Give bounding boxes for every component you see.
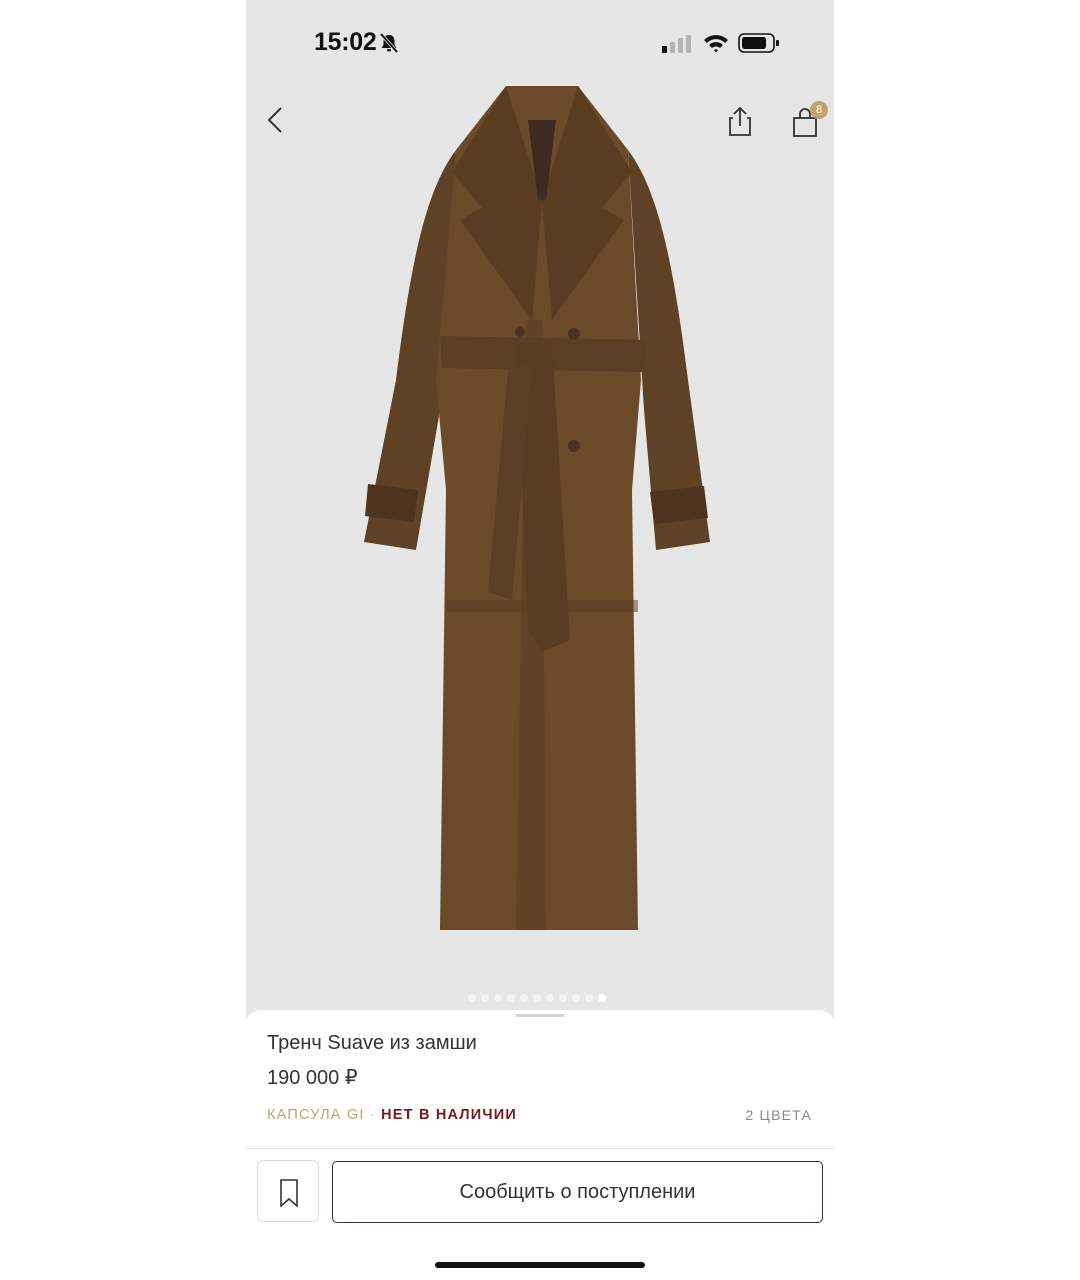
pagination-dot[interactable] <box>559 994 567 1002</box>
cart-count-badge: 8 <box>810 101 828 119</box>
product-gallery[interactable]: 15:02 8 <box>246 0 834 1020</box>
pagination-dot[interactable] <box>572 994 580 1002</box>
status-time: 15:02 <box>314 28 377 56</box>
pagination-dot[interactable] <box>533 994 541 1002</box>
home-indicator[interactable] <box>435 1262 645 1268</box>
pagination-dot[interactable] <box>468 994 476 1002</box>
product-price: 190 000 ₽ <box>267 1067 358 1089</box>
app-screen: 15:02 8 Тренч Suave из замши 190 000 ₽ К… <box>246 0 834 1280</box>
cellular-signal-icon <box>662 35 691 53</box>
pagination-dot[interactable] <box>520 994 528 1002</box>
product-meta: КАПСУЛА GI · НЕТ В НАЛИЧИИ <box>267 1107 517 1123</box>
pagination-dot[interactable] <box>546 994 554 1002</box>
battery-icon <box>738 33 779 53</box>
availability-status: НЕТ В НАЛИЧИИ <box>381 1107 518 1123</box>
bookmark-icon <box>280 1179 298 1207</box>
meta-separator: · <box>369 1107 376 1123</box>
colors-count[interactable]: 2 ЦВЕТА <box>745 1107 812 1123</box>
capsule-link[interactable]: КАПСУЛА GI <box>267 1107 365 1123</box>
product-info-sheet: Тренч Suave из замши 190 000 ₽ КАПСУЛА G… <box>246 1010 834 1280</box>
pagination-dot[interactable] <box>494 994 502 1002</box>
notify-button[interactable]: Сообщить о поступлении <box>332 1161 823 1223</box>
pagination-dot-active[interactable] <box>598 994 606 1002</box>
product-image-coat <box>364 86 710 930</box>
bell-slash-icon <box>379 32 399 54</box>
pagination-dot[interactable] <box>481 994 489 1002</box>
gallery-pagination[interactable] <box>468 994 606 1002</box>
product-title: Тренч Suave из замши <box>267 1032 477 1054</box>
pagination-dot[interactable] <box>507 994 515 1002</box>
sheet-grabber[interactable] <box>516 1014 564 1017</box>
status-bar: 15:02 <box>246 0 834 80</box>
share-icon[interactable] <box>722 104 758 144</box>
divider <box>246 1148 834 1149</box>
pagination-dot[interactable] <box>585 994 593 1002</box>
back-chevron-icon[interactable] <box>260 100 296 142</box>
wifi-icon <box>704 35 728 53</box>
bookmark-button[interactable] <box>257 1160 319 1222</box>
